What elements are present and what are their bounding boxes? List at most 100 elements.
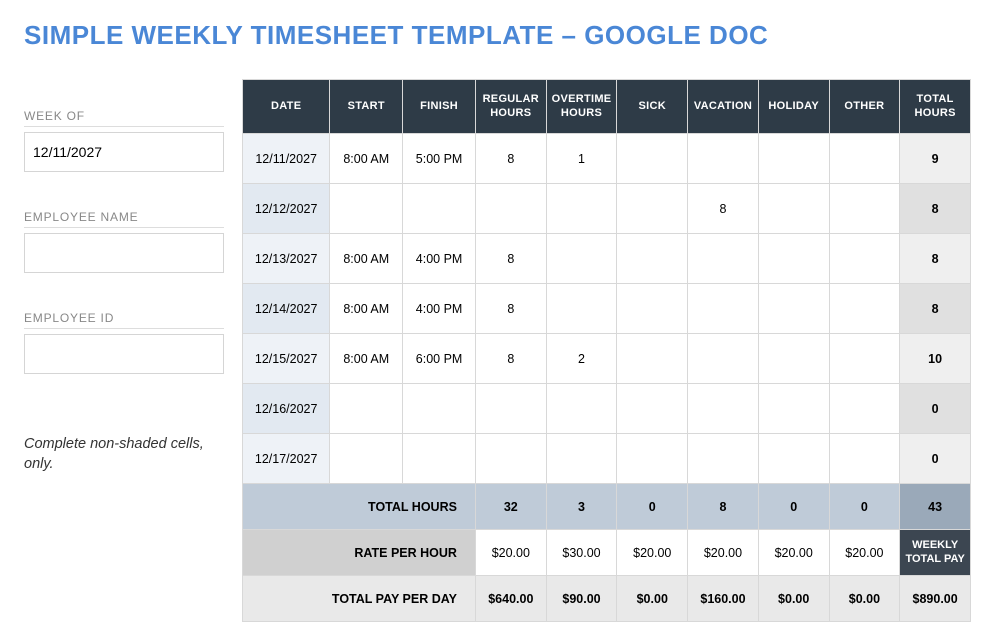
cell-total: 8 bbox=[900, 184, 971, 234]
rate-overtime: $30.00 bbox=[546, 530, 617, 576]
cell-vacation[interactable] bbox=[688, 384, 759, 434]
row-total-pay: TOTAL PAY PER DAY $640.00 $90.00 $0.00 $… bbox=[243, 576, 971, 622]
cell-overtime[interactable]: 2 bbox=[546, 334, 617, 384]
employee-name-input[interactable] bbox=[24, 233, 224, 273]
cell-regular[interactable]: 8 bbox=[475, 134, 546, 184]
rate-holiday: $20.00 bbox=[758, 530, 829, 576]
cell-sick[interactable] bbox=[617, 434, 688, 484]
weekly-total-pay-label: WEEKLY TOTAL PAY bbox=[900, 530, 971, 576]
cell-holiday[interactable] bbox=[758, 284, 829, 334]
cell-finish[interactable] bbox=[403, 184, 476, 234]
rate-sick: $20.00 bbox=[617, 530, 688, 576]
pay-overtime: $90.00 bbox=[546, 576, 617, 622]
cell-regular[interactable] bbox=[475, 434, 546, 484]
employee-name-label: EMPLOYEE NAME bbox=[24, 210, 224, 228]
cell-regular[interactable]: 8 bbox=[475, 234, 546, 284]
cell-holiday[interactable] bbox=[758, 434, 829, 484]
th-finish: FINISH bbox=[403, 80, 476, 134]
th-sick: SICK bbox=[617, 80, 688, 134]
cell-regular[interactable] bbox=[475, 384, 546, 434]
cell-finish[interactable]: 4:00 PM bbox=[403, 284, 476, 334]
th-start: START bbox=[330, 80, 403, 134]
layout: WEEK OF EMPLOYEE NAME EMPLOYEE ID Comple… bbox=[24, 79, 971, 622]
cell-finish[interactable]: 4:00 PM bbox=[403, 234, 476, 284]
weekof-label: WEEK OF bbox=[24, 109, 224, 127]
cell-date[interactable]: 12/14/2027 bbox=[243, 284, 330, 334]
th-total: TOTAL HOURS bbox=[900, 80, 971, 134]
cell-sick[interactable] bbox=[617, 384, 688, 434]
cell-other[interactable] bbox=[829, 334, 900, 384]
cell-date[interactable]: 12/17/2027 bbox=[243, 434, 330, 484]
cell-start[interactable]: 8:00 AM bbox=[330, 234, 403, 284]
cell-holiday[interactable] bbox=[758, 134, 829, 184]
cell-date[interactable]: 12/16/2027 bbox=[243, 384, 330, 434]
cell-overtime[interactable] bbox=[546, 284, 617, 334]
cell-total: 10 bbox=[900, 334, 971, 384]
cell-other[interactable] bbox=[829, 384, 900, 434]
cell-regular[interactable]: 8 bbox=[475, 334, 546, 384]
cell-start[interactable] bbox=[330, 184, 403, 234]
cell-regular[interactable]: 8 bbox=[475, 284, 546, 334]
cell-sick[interactable] bbox=[617, 334, 688, 384]
cell-start[interactable]: 8:00 AM bbox=[330, 134, 403, 184]
cell-start[interactable] bbox=[330, 384, 403, 434]
cell-vacation[interactable] bbox=[688, 334, 759, 384]
cell-vacation[interactable] bbox=[688, 234, 759, 284]
cell-overtime[interactable] bbox=[546, 384, 617, 434]
cell-date[interactable]: 12/12/2027 bbox=[243, 184, 330, 234]
cell-finish[interactable] bbox=[403, 384, 476, 434]
cell-other[interactable] bbox=[829, 284, 900, 334]
cell-date[interactable]: 12/15/2027 bbox=[243, 334, 330, 384]
cell-sick[interactable] bbox=[617, 234, 688, 284]
cell-date[interactable]: 12/11/2027 bbox=[243, 134, 330, 184]
cell-vacation[interactable]: 8 bbox=[688, 184, 759, 234]
left-column: WEEK OF EMPLOYEE NAME EMPLOYEE ID Comple… bbox=[24, 79, 224, 475]
cell-other[interactable] bbox=[829, 184, 900, 234]
th-overtime: OVERTIME HOURS bbox=[546, 80, 617, 134]
cell-other[interactable] bbox=[829, 134, 900, 184]
cell-vacation[interactable] bbox=[688, 434, 759, 484]
cell-other[interactable] bbox=[829, 234, 900, 284]
cell-total: 0 bbox=[900, 384, 971, 434]
timesheet-table: DATE START FINISH REGULAR HOURS OVERTIME… bbox=[242, 79, 971, 622]
cell-holiday[interactable] bbox=[758, 384, 829, 434]
cell-start[interactable]: 8:00 AM bbox=[330, 334, 403, 384]
cell-holiday[interactable] bbox=[758, 334, 829, 384]
cell-start[interactable] bbox=[330, 434, 403, 484]
cell-total: 9 bbox=[900, 134, 971, 184]
th-other: OTHER bbox=[829, 80, 900, 134]
employee-id-input[interactable] bbox=[24, 334, 224, 374]
cell-holiday[interactable] bbox=[758, 234, 829, 284]
cell-finish[interactable]: 5:00 PM bbox=[403, 134, 476, 184]
pay-regular: $640.00 bbox=[475, 576, 546, 622]
employee-id-field: EMPLOYEE ID bbox=[24, 311, 224, 374]
cell-overtime[interactable] bbox=[546, 234, 617, 284]
pay-other: $0.00 bbox=[829, 576, 900, 622]
cell-date[interactable]: 12/13/2027 bbox=[243, 234, 330, 284]
cell-total: 8 bbox=[900, 234, 971, 284]
table-row: 12/11/20278:00 AM5:00 PM81 9 bbox=[243, 134, 971, 184]
cell-other[interactable] bbox=[829, 434, 900, 484]
cell-overtime[interactable] bbox=[546, 184, 617, 234]
cell-holiday[interactable] bbox=[758, 184, 829, 234]
total-sick: 0 bbox=[617, 484, 688, 530]
table-row: 12/17/20270 bbox=[243, 434, 971, 484]
cell-sick[interactable] bbox=[617, 284, 688, 334]
weekof-input[interactable] bbox=[24, 132, 224, 172]
rate-label: RATE PER HOUR bbox=[243, 530, 476, 576]
rate-regular: $20.00 bbox=[475, 530, 546, 576]
cell-regular[interactable] bbox=[475, 184, 546, 234]
pay-label: TOTAL PAY PER DAY bbox=[243, 576, 476, 622]
cell-finish[interactable]: 6:00 PM bbox=[403, 334, 476, 384]
cell-overtime[interactable] bbox=[546, 434, 617, 484]
rate-vacation: $20.00 bbox=[688, 530, 759, 576]
th-regular: REGULAR HOURS bbox=[475, 80, 546, 134]
total-vacation: 8 bbox=[688, 484, 759, 530]
cell-sick[interactable] bbox=[617, 184, 688, 234]
cell-start[interactable]: 8:00 AM bbox=[330, 284, 403, 334]
cell-vacation[interactable] bbox=[688, 284, 759, 334]
cell-sick[interactable] bbox=[617, 134, 688, 184]
cell-vacation[interactable] bbox=[688, 134, 759, 184]
cell-overtime[interactable]: 1 bbox=[546, 134, 617, 184]
cell-finish[interactable] bbox=[403, 434, 476, 484]
